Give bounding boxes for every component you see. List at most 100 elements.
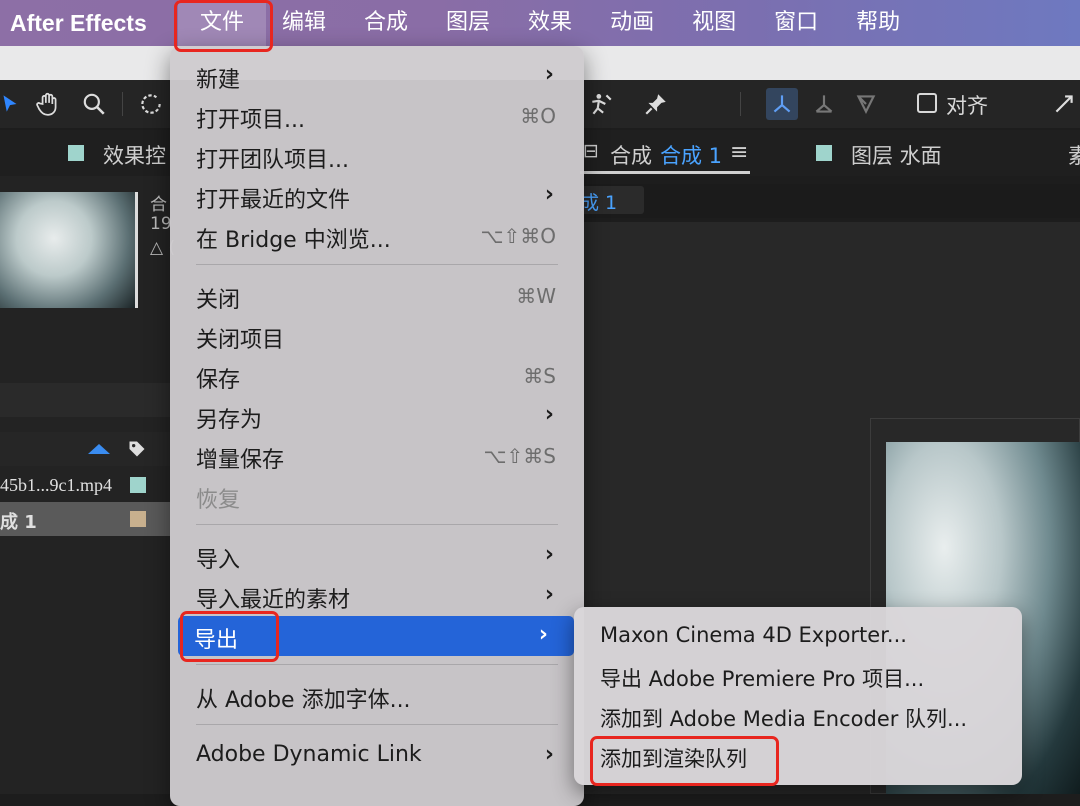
menu-item-close[interactable]: 关闭 ⌘W <box>180 276 580 316</box>
menu-item-shortcut: ⌥⇧⌘S <box>483 444 557 468</box>
tab-composition-name[interactable]: 合成 1 <box>660 140 722 170</box>
sort-ascending-icon[interactable] <box>88 444 110 454</box>
submenu-item-media-encoder[interactable]: 添加到 Adobe Media Encoder 队列... <box>600 703 967 733</box>
menu-item-label: 打开团队项目... <box>196 148 349 173</box>
submenu-chevron-icon: › <box>544 182 554 207</box>
menu-item-open-team-project[interactable]: 打开团队项目... <box>180 136 580 176</box>
annotation-export-item <box>180 611 279 662</box>
menu-item-import[interactable]: 导入 › <box>180 536 580 576</box>
axis-view-icon[interactable] <box>850 88 882 120</box>
menu-item-label: 关闭 <box>196 288 241 313</box>
footage-thumbnail <box>0 192 138 308</box>
meta-line-1: 合 <box>150 195 167 215</box>
tab-menu-icon[interactable]: ≡ <box>730 140 748 165</box>
menu-item-revert: 恢复 <box>180 476 580 516</box>
project-columns-header <box>0 432 170 466</box>
comp-breadcrumb-label: 成 1 <box>580 192 618 214</box>
meta-line-2: 19 <box>150 214 172 234</box>
menu-item-label: 保存 <box>196 368 241 393</box>
menu-item-label: 关闭项目 <box>196 328 285 353</box>
submenu-chevron-icon: › <box>544 582 554 607</box>
menu-item-label: 打开项目... <box>196 108 305 133</box>
menu-item-increment-save[interactable]: 增量保存 ⌥⇧⌘S <box>180 436 580 476</box>
layer-tab-swatch <box>816 145 832 161</box>
expand-icon[interactable] <box>1048 88 1080 120</box>
menu-layer[interactable]: 图层 <box>436 0 500 46</box>
tab-footage-partial[interactable]: 素 <box>1068 140 1080 170</box>
menu-item-label: 新建 <box>196 68 241 93</box>
submenu-item-c4d-exporter[interactable]: Maxon Cinema 4D Exporter... <box>600 623 907 647</box>
project-item-footage[interactable]: 45b1...9c1.mp4 <box>0 468 170 502</box>
submenu-item-premiere-export[interactable]: 导出 Adobe Premiere Pro 项目... <box>600 663 924 693</box>
menubar: After Effects 文件 编辑 合成 图层 效果 动画 视图 窗口 帮助 <box>0 0 1080 46</box>
zoom-tool-icon[interactable] <box>78 88 110 120</box>
app-name-menu[interactable]: After Effects <box>0 10 178 37</box>
tab-effects-controls[interactable]: 效果控 <box>103 140 166 170</box>
menu-item-label: 另存为 <box>196 408 263 433</box>
annotation-render-queue <box>590 736 779 786</box>
selection-tool-icon[interactable] <box>0 88 26 120</box>
snap-label[interactable]: 对齐 <box>946 90 988 120</box>
menu-item-open-recent[interactable]: 打开最近的文件 › <box>180 176 580 216</box>
menu-item-dynamic-link[interactable]: Adobe Dynamic Link › <box>180 736 580 776</box>
submenu-chevron-icon: › <box>544 62 554 87</box>
project-item-name: 45b1...9c1.mp4 <box>0 475 112 495</box>
tab-layer[interactable]: 图层 水面 <box>851 140 942 170</box>
menu-separator <box>196 664 558 665</box>
menu-item-label: 增量保存 <box>196 448 285 473</box>
project-item-name: 成 1 <box>0 512 37 533</box>
submenu-chevron-icon: › <box>544 542 554 567</box>
menu-effect[interactable]: 效果 <box>518 0 582 46</box>
menu-item-shortcut: ⌘S <box>523 364 556 388</box>
panel-divider <box>0 383 170 417</box>
menu-composition[interactable]: 合成 <box>354 0 418 46</box>
menu-item-label: 在 Bridge 中浏览... <box>196 228 391 253</box>
menu-item-import-recent[interactable]: 导入最近的素材 › <box>180 576 580 616</box>
menu-animation[interactable]: 动画 <box>600 0 664 46</box>
lock-icon[interactable]: ⊟ <box>583 140 599 162</box>
annotation-file-menu <box>174 0 273 52</box>
project-item-color-swatch <box>130 477 146 493</box>
comp-breadcrumb[interactable]: 成 1 <box>580 186 644 214</box>
menu-item-shortcut: ⌥⇧⌘O <box>480 224 556 248</box>
project-item-comp[interactable]: 成 1 <box>0 502 170 536</box>
effects-tab-swatch <box>68 145 84 161</box>
rotate-tool-icon[interactable] <box>135 88 167 120</box>
menu-edit[interactable]: 编辑 <box>272 0 336 46</box>
menu-window[interactable]: 窗口 <box>764 0 828 46</box>
menu-item-label: 恢复 <box>196 488 241 513</box>
menu-item-shortcut: ⌘W <box>516 284 556 308</box>
menu-item-save-as[interactable]: 另存为 › <box>180 396 580 436</box>
pin-tool-icon[interactable] <box>640 88 672 120</box>
hand-tool-icon[interactable] <box>32 88 64 120</box>
tab-composition-prefix[interactable]: 合成 <box>610 140 652 170</box>
label-tag-icon[interactable] <box>127 439 147 459</box>
project-item-color-swatch <box>130 511 146 527</box>
menu-item-label: 打开最近的文件 <box>196 188 351 213</box>
comp-breadcrumb-bar <box>580 184 1080 218</box>
menu-view[interactable]: 视图 <box>682 0 746 46</box>
menu-item-open-project[interactable]: 打开项目... ⌘O <box>180 96 580 136</box>
axis-world-icon[interactable] <box>808 88 840 120</box>
menu-item-new[interactable]: 新建 › <box>180 56 580 96</box>
axis-local-icon[interactable] <box>766 88 798 120</box>
submenu-chevron-icon: › <box>544 402 554 427</box>
menu-item-browse-bridge[interactable]: 在 Bridge 中浏览... ⌥⇧⌘O <box>180 216 580 256</box>
active-tab-indicator <box>580 171 750 174</box>
menu-item-add-fonts[interactable]: 从 Adobe 添加字体... <box>180 676 580 716</box>
menu-separator <box>196 724 558 725</box>
puppet-tool-icon[interactable] <box>585 88 617 120</box>
menu-help[interactable]: 帮助 <box>846 0 910 46</box>
menu-separator <box>196 264 558 265</box>
menu-item-save[interactable]: 保存 ⌘S <box>180 356 580 396</box>
snap-checkbox[interactable] <box>917 93 937 113</box>
submenu-chevron-icon: › <box>538 622 548 647</box>
toolbar-divider-2 <box>740 92 741 116</box>
menu-item-label: 导入最近的素材 <box>196 588 351 613</box>
menu-item-label: 导入 <box>196 548 241 573</box>
submenu-chevron-icon: › <box>544 742 554 767</box>
toolbar-divider <box>122 92 123 116</box>
menu-item-close-project[interactable]: 关闭项目 <box>180 316 580 356</box>
menu-separator <box>196 524 558 525</box>
menu-item-label: 从 Adobe 添加字体... <box>196 688 411 713</box>
